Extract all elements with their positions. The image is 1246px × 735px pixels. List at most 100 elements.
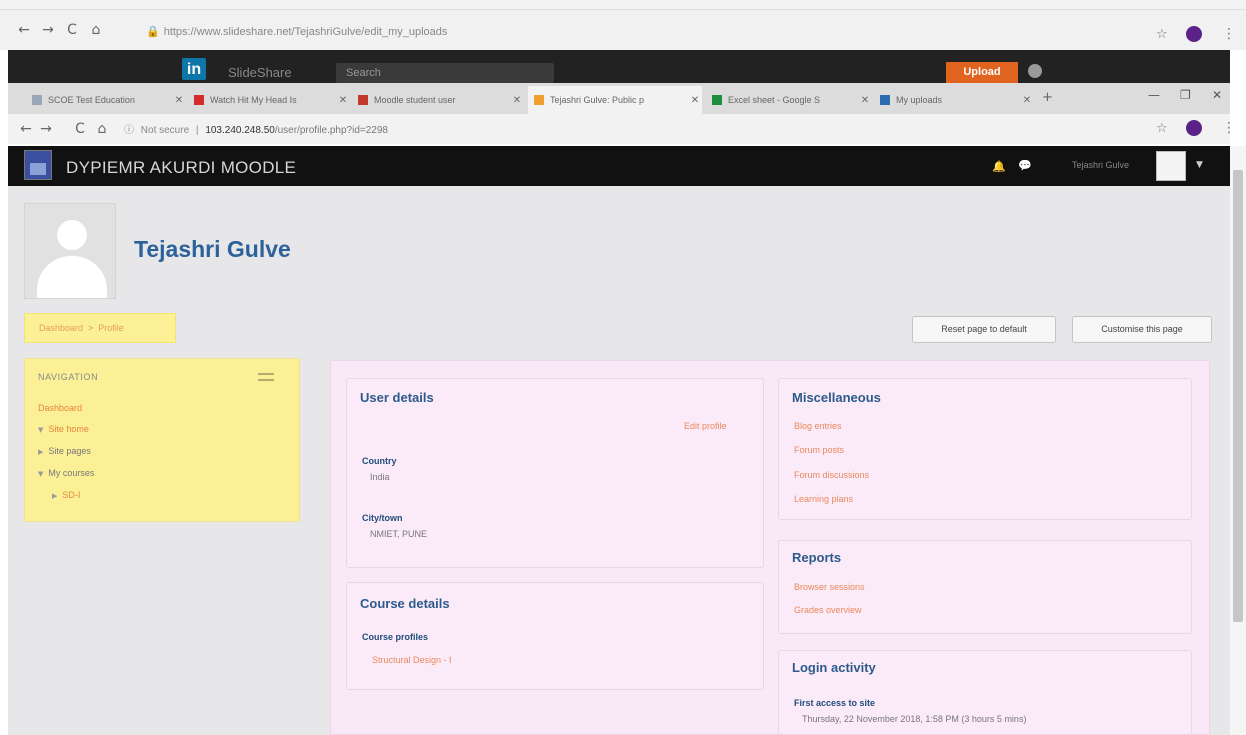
breadcrumb-profile[interactable]: Profile: [98, 323, 124, 333]
back-icon[interactable]: ←: [16, 22, 32, 38]
close-icon[interactable]: ✕: [1020, 95, 1034, 106]
tab-excel[interactable]: Excel sheet - Google S ✕: [706, 89, 872, 111]
country-label: Country: [362, 456, 397, 466]
security-label: Not secure: [140, 125, 190, 136]
back-icon[interactable]: ←: [18, 121, 34, 137]
dock-block-icon[interactable]: [258, 373, 274, 381]
tab-title: Excel sheet - Google S: [728, 95, 821, 105]
home-icon[interactable]: ⌂: [94, 121, 110, 137]
moodle-site-logo-icon[interactable]: [24, 150, 52, 180]
outer-url-bar[interactable]: 🔒 https://www.slideshare.net/TejashriGulv…: [146, 22, 1046, 42]
reset-page-button[interactable]: Reset page to default: [912, 316, 1056, 343]
forum-posts-link[interactable]: Forum posts: [794, 445, 844, 455]
browser-profile-icon[interactable]: [1186, 120, 1202, 136]
user-avatar[interactable]: [1156, 151, 1186, 181]
nav-dashboard[interactable]: Dashboard: [38, 403, 82, 413]
tab-scoe[interactable]: SCOE Test Education ✕: [26, 89, 186, 111]
outer-url-text: https://www.slideshare.net/TejashriGulve…: [163, 26, 448, 38]
info-icon: ⓘ: [124, 125, 134, 136]
nav-course-label: SD-I: [62, 490, 81, 500]
expanded-triangle-icon: ▼: [38, 470, 44, 478]
chevron-down-icon[interactable]: ▼: [1196, 160, 1203, 170]
user-menu-name[interactable]: Tejashri Gulve: [1072, 160, 1129, 170]
first-access-value: Thursday, 22 November 2018, 1:58 PM (3 h…: [802, 714, 1027, 724]
blog-entries-link[interactable]: Blog entries: [794, 421, 842, 431]
course-profile-link[interactable]: Structural Design - I: [372, 655, 452, 665]
new-tab-icon[interactable]: +: [1042, 90, 1053, 105]
browser-menu-icon[interactable]: ⋮: [1222, 26, 1236, 42]
nav-site-pages-label: Site pages: [48, 446, 91, 456]
browser-menu-icon[interactable]: ⋮: [1222, 120, 1236, 136]
notification-bell-icon[interactable]: 🔔: [992, 160, 1006, 173]
tab-moodle-user[interactable]: Moodle student user ✕: [352, 89, 524, 111]
inner-url-bar[interactable]: ⓘ Not secure | 103.240.248.50/user/profi…: [124, 121, 388, 136]
url-path: /user/profile.php?id=2298: [274, 125, 388, 136]
user-details-card: [346, 378, 764, 568]
learning-plans-link[interactable]: Learning plans: [794, 494, 853, 504]
restore-icon[interactable]: ❐: [1180, 88, 1191, 102]
nav-site-home-label: Site home: [48, 424, 89, 434]
upload-button[interactable]: Upload: [946, 62, 1018, 83]
avatar-head: [57, 220, 87, 250]
tab-title: Tejashri Gulve: Public p: [550, 95, 645, 105]
forward-icon[interactable]: →: [38, 121, 54, 137]
bookmark-star-icon[interactable]: ☆: [1156, 122, 1170, 136]
outer-tab-strip: [0, 0, 1246, 10]
nav-site-pages[interactable]: ▶ Site pages: [38, 446, 91, 456]
course-profiles-label: Course profiles: [362, 632, 429, 642]
reports-title: Reports: [792, 550, 842, 565]
miscellaneous-title: Miscellaneous: [792, 390, 881, 405]
user-details-title: User details: [360, 390, 434, 405]
minimize-icon[interactable]: —: [1148, 88, 1160, 102]
window-close-icon[interactable]: ✕: [1212, 88, 1222, 102]
close-icon[interactable]: ✕: [172, 95, 186, 106]
browser-profile-icon[interactable]: [1186, 26, 1202, 42]
tab-title: SCOE Test Education: [48, 95, 135, 105]
nav-my-courses[interactable]: ▼ My courses: [38, 468, 94, 478]
reload-icon[interactable]: C: [72, 121, 88, 137]
tab-title: Moodle student user: [374, 95, 456, 105]
forum-discussions-link[interactable]: Forum discussions: [794, 470, 869, 480]
moodle-favicon-icon: [534, 95, 544, 105]
home-icon[interactable]: ⌂: [88, 22, 104, 38]
close-icon[interactable]: ✕: [510, 95, 524, 106]
nav-site-home[interactable]: ▼ Site home: [38, 424, 89, 434]
customise-page-button[interactable]: Customise this page: [1072, 316, 1212, 343]
bookmark-star-icon[interactable]: ☆: [1156, 28, 1170, 42]
tab-my-uploads[interactable]: My uploads ✕: [874, 89, 1034, 111]
page-title: Tejashri Gulve: [134, 236, 291, 262]
course-details-title: Course details: [360, 596, 450, 611]
expanded-triangle-icon: ▼: [38, 426, 44, 434]
close-icon[interactable]: ✕: [336, 95, 350, 106]
login-activity-title: Login activity: [792, 660, 876, 675]
linkedin-logo-icon[interactable]: in: [182, 58, 206, 80]
slideshare-favicon-icon: [880, 95, 890, 105]
forward-icon[interactable]: →: [40, 22, 56, 38]
collapsed-triangle-icon: ▶: [52, 492, 58, 500]
slideshare-search-input[interactable]: Search: [336, 63, 554, 83]
tab-watch[interactable]: Watch Hit My Head Is ✕: [188, 89, 350, 111]
page-favicon-icon: [32, 95, 42, 105]
slideshare-user-icon[interactable]: [1028, 64, 1042, 78]
first-access-label: First access to site: [794, 698, 876, 708]
avatar-body: [37, 256, 107, 298]
edit-profile-link[interactable]: Edit profile: [684, 421, 727, 431]
nav-course-sd1[interactable]: ▶ SD-I: [52, 490, 80, 500]
url-host: 103.240.248.50: [205, 125, 275, 136]
breadcrumb-dashboard[interactable]: Dashboard: [39, 323, 83, 333]
nav-my-courses-label: My courses: [48, 468, 95, 478]
messages-icon[interactable]: 💬: [1018, 159, 1032, 172]
city-label: City/town: [362, 513, 403, 523]
tab-title: Watch Hit My Head Is: [210, 95, 297, 105]
tab-profile-active[interactable]: Tejashri Gulve: Public p ✕: [528, 86, 702, 114]
profile-picture: [24, 203, 116, 299]
lock-icon: 🔒: [146, 26, 160, 38]
browser-sessions-link[interactable]: Browser sessions: [794, 582, 865, 592]
reload-icon[interactable]: C: [64, 22, 80, 38]
site-name[interactable]: DYPIEMR AKURDI MOODLE: [66, 158, 296, 178]
grades-overview-link[interactable]: Grades overview: [794, 605, 862, 615]
slideshare-brand[interactable]: SlideShare: [228, 65, 292, 80]
close-icon[interactable]: ✕: [688, 95, 702, 106]
close-icon[interactable]: ✕: [858, 95, 872, 106]
scrollbar-thumb[interactable]: [1233, 170, 1243, 622]
